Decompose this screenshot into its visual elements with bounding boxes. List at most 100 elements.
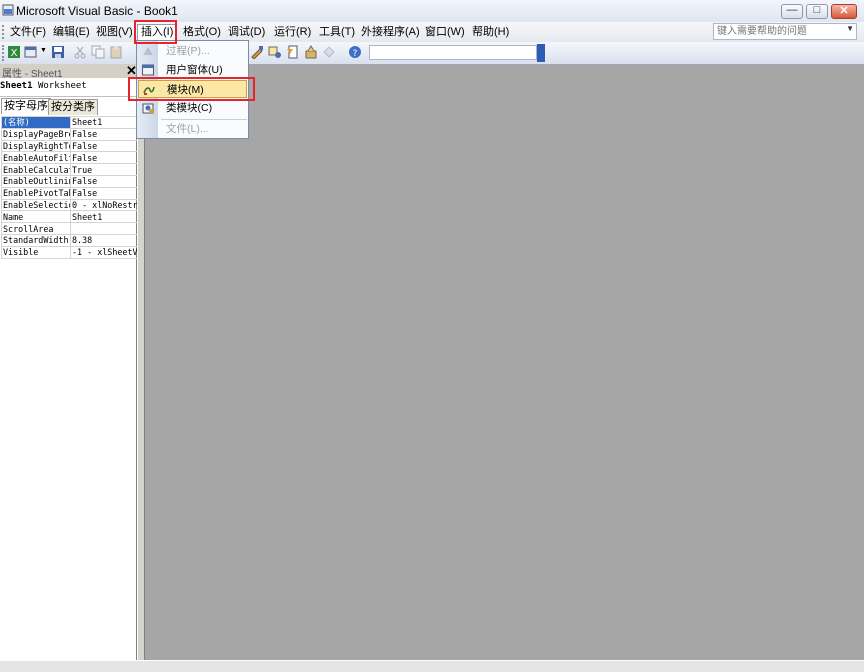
- table-row[interactable]: EnableOutlinin False: [1, 174, 140, 188]
- properties-pane: 属性 - Sheet1 ✕ Sheet1 Worksheet 按字母序 按分类序…: [0, 63, 140, 660]
- menu-view[interactable]: 视图(V): [93, 25, 136, 40]
- property-name[interactable]: EnableSelectio: [1, 198, 71, 212]
- property-value[interactable]: 8.38: [70, 233, 140, 247]
- property-name[interactable]: DisplayRightTo: [1, 139, 71, 153]
- property-value[interactable]: Sheet1: [70, 210, 140, 224]
- svg-text:X: X: [11, 48, 18, 59]
- properties-title-bar[interactable]: 属性 - Sheet1 ✕: [0, 63, 137, 80]
- property-name[interactable]: DisplayPageBre: [1, 127, 71, 141]
- help-icon[interactable]: ?: [348, 45, 362, 59]
- menu-format[interactable]: 格式(O): [180, 25, 224, 40]
- project-explorer-icon[interactable]: [268, 45, 282, 59]
- table-row[interactable]: Visible -1 - xlSheetV: [1, 245, 140, 259]
- cursor-position-box: [369, 45, 537, 60]
- status-bar: [0, 660, 864, 672]
- menu-item-class-module[interactable]: 类模块(C): [138, 99, 247, 117]
- object-selector[interactable]: Sheet1 Worksheet: [0, 81, 136, 97]
- insert-userform-icon[interactable]: [24, 45, 38, 59]
- property-name[interactable]: EnableAutoFilt: [1, 151, 71, 165]
- menu-item-label: 过程(P)...: [166, 45, 210, 57]
- menu-item-label: 类模块(C): [166, 102, 213, 114]
- window-title: Microsoft Visual Basic - Book1: [16, 4, 178, 18]
- chevron-down-icon[interactable]: ▼: [846, 24, 854, 33]
- table-row[interactable]: StandardWidth 8.38: [1, 233, 140, 247]
- property-value[interactable]: [70, 222, 140, 235]
- property-name[interactable]: EnablePivotTab: [1, 186, 71, 200]
- menu-insert[interactable]: 插入(I): [137, 24, 178, 40]
- property-value[interactable]: False: [70, 127, 140, 141]
- property-value[interactable]: False: [70, 186, 140, 200]
- properties-title: 属性 - Sheet1: [2, 69, 63, 80]
- property-value[interactable]: 0 - xlNoRestr: [70, 198, 140, 212]
- menu-item-label: 文件(L)...: [166, 123, 209, 135]
- properties-tabs: 按字母序 按分类序: [0, 98, 136, 115]
- property-value[interactable]: True: [70, 163, 140, 176]
- table-row[interactable]: EnablePivotTab False: [1, 186, 140, 200]
- property-value[interactable]: False: [70, 139, 140, 153]
- property-value[interactable]: Sheet1: [70, 116, 140, 129]
- userform-icon: [142, 64, 154, 76]
- toolbar-options-button[interactable]: [537, 44, 545, 62]
- property-name[interactable]: EnableCalculat: [1, 163, 71, 176]
- pane-splitter[interactable]: [137, 64, 145, 660]
- menu-file[interactable]: 文件(F): [7, 25, 49, 40]
- menu-item-label: 模块(M): [167, 84, 204, 96]
- property-name[interactable]: StandardWidth: [1, 233, 71, 247]
- chevron-down-icon[interactable]: ▼: [40, 47, 47, 54]
- copy-icon[interactable]: [91, 45, 105, 59]
- properties-window-icon[interactable]: [286, 45, 300, 59]
- menu-edit[interactable]: 编辑(E): [50, 25, 93, 40]
- property-name[interactable]: ScrollArea: [1, 222, 71, 235]
- menu-item-module[interactable]: 模块(M): [138, 80, 247, 98]
- property-value[interactable]: False: [70, 174, 140, 188]
- procedure-icon: [143, 47, 153, 55]
- menu-run[interactable]: 运行(R): [271, 25, 314, 40]
- property-value[interactable]: False: [70, 151, 140, 165]
- excel-view-icon[interactable]: X: [7, 45, 21, 59]
- module-icon: [143, 86, 155, 95]
- title-bar: Microsoft Visual Basic - Book1 — □ ✕: [0, 0, 864, 23]
- maximize-button[interactable]: □: [806, 4, 828, 19]
- help-question-box[interactable]: ▼: [713, 23, 857, 40]
- menu-help[interactable]: 帮助(H): [469, 25, 512, 40]
- property-value[interactable]: -1 - xlSheetV: [70, 245, 140, 259]
- insert-menu-dropdown: 过程(P)... 用户窗体(U) 模块(M) 类模块(C) 文件(L)...: [136, 40, 249, 139]
- minimize-button[interactable]: —: [781, 4, 803, 19]
- tab-categorized[interactable]: 按分类序: [48, 99, 98, 115]
- menu-item-file[interactable]: 文件(L)...: [138, 120, 247, 138]
- paste-icon[interactable]: [109, 45, 123, 59]
- design-mode-icon[interactable]: [250, 45, 264, 59]
- property-grid: (名称) Sheet1 DisplayPageBre False DisplayRi…: [1, 116, 140, 259]
- standard-toolbar: X ▼ ?: [0, 42, 864, 65]
- vba-app-icon: [2, 4, 14, 16]
- property-name[interactable]: (名称): [1, 116, 71, 129]
- cut-icon[interactable]: [73, 45, 87, 59]
- table-row[interactable]: ScrollArea: [1, 222, 140, 235]
- menu-item-procedure[interactable]: 过程(P)...: [138, 42, 247, 60]
- tab-alphabetic[interactable]: 按字母序: [1, 98, 51, 114]
- help-question-input[interactable]: [714, 24, 838, 39]
- save-icon[interactable]: [51, 45, 65, 59]
- object-type: Worksheet: [37, 81, 87, 91]
- code-workspace[interactable]: [145, 64, 864, 660]
- table-row[interactable]: EnableSelectio 0 - xlNoRestr: [1, 198, 140, 212]
- table-row[interactable]: (名称) Sheet1: [1, 116, 140, 129]
- table-row[interactable]: DisplayRightTo False: [1, 139, 140, 153]
- menu-window[interactable]: 窗口(W): [422, 25, 468, 40]
- menu-item-userform[interactable]: 用户窗体(U): [138, 61, 247, 79]
- table-row[interactable]: Name Sheet1: [1, 210, 140, 224]
- property-name[interactable]: Visible: [1, 245, 71, 259]
- menu-tools[interactable]: 工具(T): [316, 25, 358, 40]
- property-name[interactable]: Name: [1, 210, 71, 224]
- object-browser-icon[interactable]: [304, 45, 318, 59]
- property-name[interactable]: EnableOutlinin: [1, 174, 71, 188]
- menu-debug[interactable]: 调试(D): [225, 25, 268, 40]
- menu-item-label: 用户窗体(U): [166, 64, 223, 76]
- close-button[interactable]: ✕: [831, 4, 857, 19]
- table-row[interactable]: DisplayPageBre False: [1, 127, 140, 141]
- svg-text:?: ?: [353, 49, 358, 59]
- table-row[interactable]: EnableAutoFilt False: [1, 151, 140, 165]
- menu-addins[interactable]: 外接程序(A): [358, 25, 423, 40]
- table-row[interactable]: EnableCalculat True: [1, 163, 140, 176]
- toolbox-icon[interactable]: [322, 45, 336, 59]
